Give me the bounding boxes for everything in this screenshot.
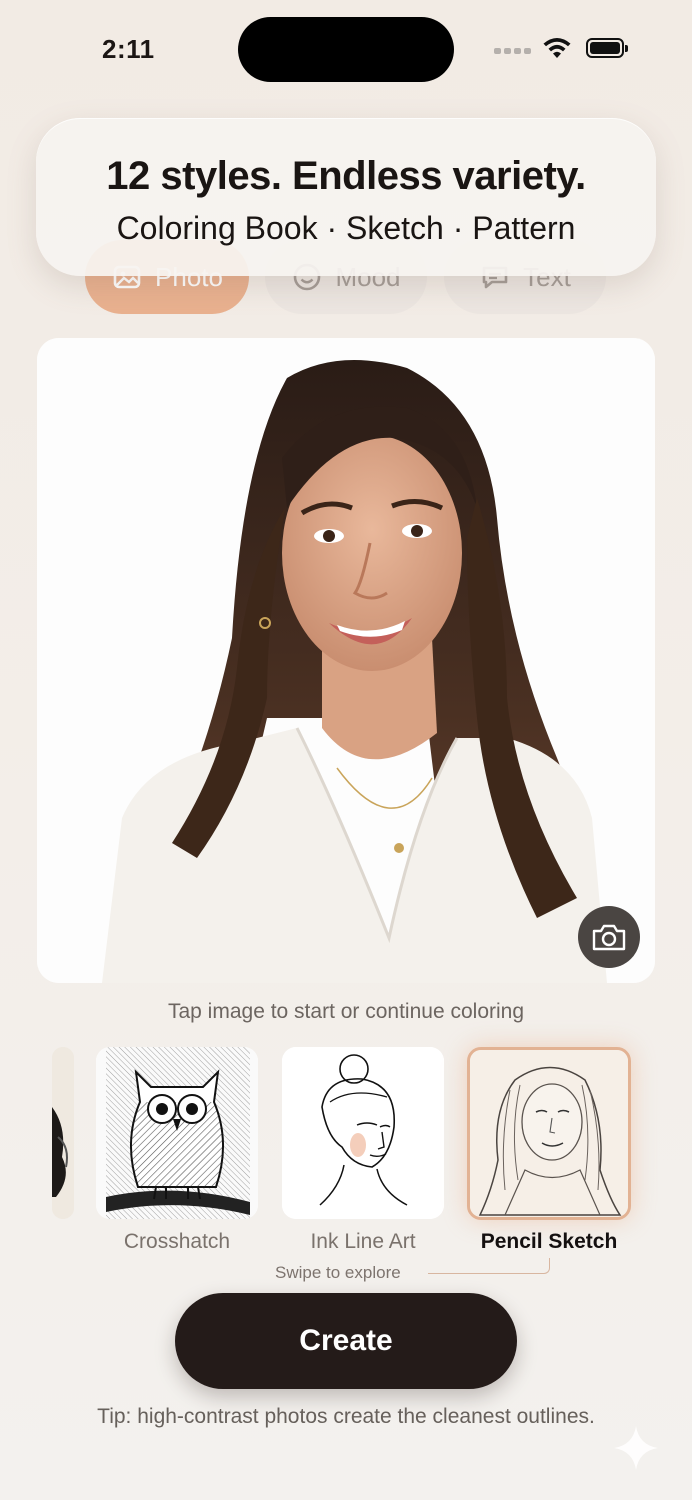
style-label-ink-line-art: Ink Line Art (310, 1230, 416, 1253)
style-card-ink-line-art[interactable] (282, 1047, 444, 1219)
portrait-photo (37, 338, 655, 983)
style-label-pencil-sketch: Pencil Sketch (480, 1230, 618, 1253)
create-button[interactable]: Create (175, 1293, 517, 1389)
ink-wash-thumbnail (52, 1047, 74, 1219)
banner-title: 12 styles. Endless variety. (106, 154, 586, 198)
pencil-portrait-thumbnail (470, 1050, 628, 1217)
tap-hint: Tap image to start or continue coloring (167, 1000, 525, 1023)
signal-icon (494, 48, 532, 56)
style-card-partial[interactable] (52, 1047, 74, 1219)
status-time: 2:11 (102, 34, 155, 64)
camera-button[interactable] (578, 906, 640, 968)
swipe-hint: Swipe to explore (275, 1263, 401, 1282)
style-label-crosshatch: Crosshatch (123, 1230, 231, 1253)
camera-icon (592, 924, 626, 951)
ink-line-face-thumbnail (282, 1047, 444, 1219)
promo-banner: 12 styles. Endless variety. Coloring Boo… (36, 118, 656, 276)
tip-text: Tip: high-contrast photos create the cle… (97, 1405, 595, 1428)
banner-subtitle: Coloring Book · Sketch · Pattern (116, 210, 576, 246)
app-screen: 2:11 Photo Mood Text 12 styles. Endless … (0, 0, 692, 1500)
status-icons (494, 36, 634, 64)
sparkle-icon (614, 1426, 658, 1470)
dynamic-island (238, 17, 454, 82)
battery-icon (586, 38, 628, 58)
style-card-crosshatch[interactable] (96, 1047, 258, 1219)
owl-crosshatch-thumbnail (96, 1047, 258, 1219)
swipe-hint-line (428, 1258, 550, 1274)
photo-preview[interactable] (37, 338, 655, 983)
wifi-icon (543, 38, 571, 58)
style-card-pencil-sketch[interactable] (467, 1047, 631, 1220)
